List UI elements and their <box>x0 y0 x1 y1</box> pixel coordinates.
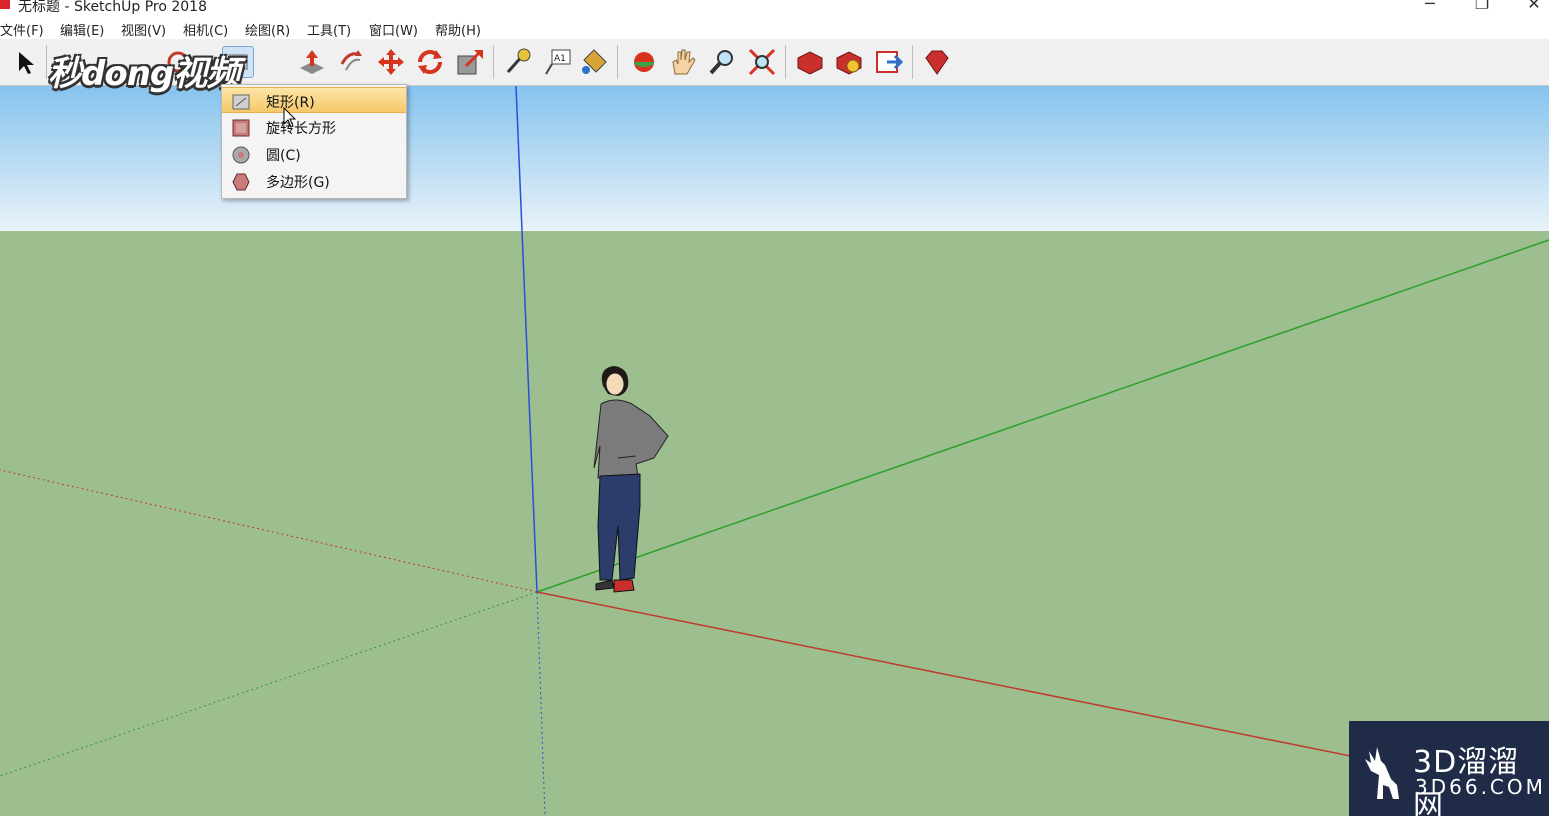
zoom-extents-tool-button[interactable] <box>746 46 778 78</box>
paint-bucket-icon <box>582 49 607 74</box>
menu-tools[interactable]: 工具(T) <box>307 20 351 39</box>
3d66-logo: 3D溜溜网 3D66.COM <box>1349 721 1549 824</box>
toolbar-separator <box>912 45 913 79</box>
offset-tool-button[interactable] <box>336 46 368 78</box>
rotate-tool-button[interactable] <box>414 46 446 78</box>
video-watermark: 秒dong视频 <box>48 54 240 94</box>
rotated-rectangle-icon <box>232 119 250 137</box>
text-tool-button[interactable]: A1 <box>542 46 574 78</box>
tape-measure-icon <box>506 48 531 73</box>
toolbar-separator <box>46 45 47 79</box>
scale-tool-button[interactable] <box>454 46 486 78</box>
menu-item-circle[interactable]: 圆(C) <box>222 141 406 167</box>
polygon-icon <box>232 173 250 191</box>
menu-camera[interactable]: 相机(C) <box>183 20 228 39</box>
warehouse-icon <box>797 51 823 75</box>
3d-warehouse-button[interactable] <box>794 46 826 78</box>
send-to-layout-button[interactable] <box>873 46 905 78</box>
shapes-flyout-menu: 矩形(R) 旋转长方形 圆(C) 多边形(G) <box>221 84 407 199</box>
ground <box>0 231 1549 816</box>
restore-button[interactable]: ❐ <box>1462 0 1502 13</box>
circle-icon <box>232 146 250 164</box>
title-bar: 无标题 - SketchUp Pro 2018 ─ ❐ ✕ <box>0 0 1549 15</box>
paint-bucket-tool-button[interactable] <box>578 46 610 78</box>
toolbar-separator <box>617 45 618 79</box>
rectangle-icon <box>232 94 250 110</box>
menu-item-rectangle[interactable]: 矩形(R) <box>222 87 406 113</box>
menu-window[interactable]: 窗口(W) <box>369 20 418 39</box>
zoom-tool-button[interactable] <box>706 46 738 78</box>
menu-item-label: 旋转长方形 <box>266 121 336 137</box>
layout-icon <box>876 51 904 73</box>
close-button[interactable]: ✕ <box>1514 0 1549 13</box>
menu-view[interactable]: 视图(V) <box>121 20 166 39</box>
mouse-cursor-icon <box>283 107 297 128</box>
pan-tool-button[interactable] <box>667 46 699 78</box>
move-tool-button[interactable] <box>375 46 407 78</box>
svg-text:A1: A1 <box>554 54 566 64</box>
window-title: 无标题 - SketchUp Pro 2018 <box>18 0 207 15</box>
extension-warehouse-icon <box>836 51 862 75</box>
orbit-icon <box>634 52 654 72</box>
toolbar-separator <box>493 45 494 79</box>
deer-logo-icon <box>1365 747 1399 799</box>
extension-warehouse-button[interactable] <box>833 46 865 78</box>
menu-file[interactable]: 文件(F) <box>0 20 44 39</box>
push-pull-tool-button[interactable] <box>296 46 328 78</box>
menu-item-label: 圆(C) <box>266 148 301 164</box>
menu-item-polygon[interactable]: 多边形(G) <box>222 168 406 194</box>
minimize-button[interactable]: ─ <box>1410 0 1450 13</box>
orbit-tool-button[interactable] <box>628 46 660 78</box>
select-arrow-icon <box>19 52 34 74</box>
menu-edit[interactable]: 编辑(E) <box>60 20 104 39</box>
push-pull-icon <box>300 50 324 74</box>
text-label-icon: A1 <box>545 49 571 75</box>
toolbar-separator <box>785 45 786 79</box>
sketchup-app-icon <box>0 0 10 9</box>
ruby-gem-icon <box>925 50 949 75</box>
pan-hand-icon <box>672 49 696 75</box>
menu-item-label: 多边形(G) <box>266 175 330 191</box>
menu-bar: 文件(F) 编辑(E) 视图(V) 相机(C) 绘图(R) 工具(T) 窗口(W… <box>0 17 1549 39</box>
zoom-extents-icon <box>748 48 776 76</box>
move-icon <box>378 49 404 75</box>
menu-item-rotated-rectangle[interactable]: 旋转长方形 <box>222 114 406 140</box>
scale-icon <box>457 50 483 75</box>
menu-help[interactable]: 帮助(H) <box>435 20 481 39</box>
rotate-icon <box>418 50 442 74</box>
magnifier-icon <box>709 50 733 75</box>
logo-domain: 3D66.COM <box>1415 775 1546 799</box>
select-tool-button[interactable] <box>8 46 40 78</box>
offset-icon <box>340 50 362 71</box>
extension-manager-button[interactable] <box>920 46 952 78</box>
menu-draw[interactable]: 绘图(R) <box>245 20 290 39</box>
tape-measure-tool-button[interactable] <box>502 46 534 78</box>
